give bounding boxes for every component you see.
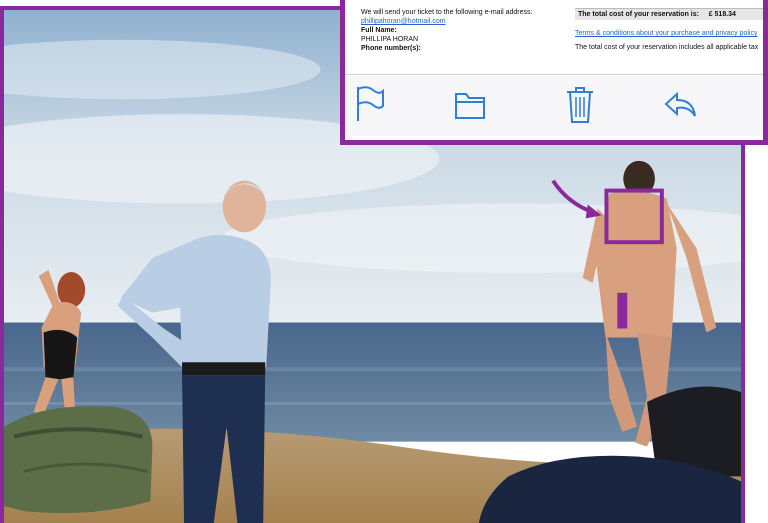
total-cost-label: The total cost of your reservation is: <box>578 11 699 18</box>
green-bag <box>4 406 153 514</box>
full-name-value: PHILLIPA HORAN <box>361 36 419 43</box>
full-name-label: Full Name: <box>361 27 397 34</box>
send-ticket-text: We will send your ticket to the followin… <box>361 9 533 16</box>
total-cost-bar: The total cost of your reservation is: £… <box>575 8 763 20</box>
terms-link[interactable]: Terms & conditions about your purchase a… <box>575 29 763 38</box>
phone-label: Phone number(s): <box>361 45 421 52</box>
email-inset: We will send your ticket to the followin… <box>340 0 768 145</box>
total-cost-value: £ 518.34 <box>708 11 736 18</box>
folder-icon[interactable] <box>453 84 487 124</box>
reply-icon[interactable] <box>663 84 697 124</box>
flag-icon[interactable] <box>353 84 387 124</box>
email-body: We will send your ticket to the followin… <box>353 0 763 70</box>
mail-toolbar <box>345 76 763 136</box>
email-details-column: We will send your ticket to the followin… <box>361 8 566 53</box>
toolbar-divider <box>345 74 763 75</box>
taxes-note: The total cost of your reservation inclu… <box>575 44 759 51</box>
email-address-link[interactable]: phillipahoran@hotmail.com <box>361 17 566 26</box>
email-cost-column: The total cost of your reservation is: £… <box>575 8 763 52</box>
trash-icon[interactable] <box>563 84 597 124</box>
